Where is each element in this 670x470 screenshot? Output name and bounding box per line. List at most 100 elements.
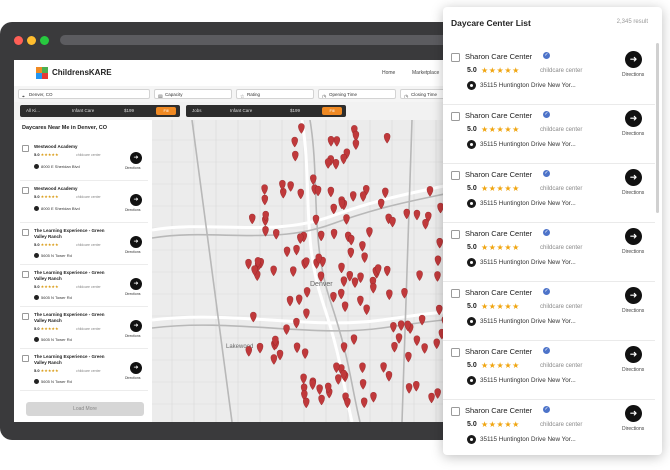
map-view[interactable]: Denver Lakewood — [152, 120, 470, 422]
nav-link-home[interactable]: Home — [382, 70, 395, 76]
center-name[interactable]: Sharon Care Center — [465, 406, 532, 415]
rating-icon: ☆ — [240, 94, 245, 99]
map-pin-icon — [467, 435, 476, 444]
daycare-list-item[interactable]: The Learning Experience - Green Valley R… — [20, 310, 148, 349]
directions-button[interactable]: ➜ — [625, 405, 642, 422]
directions-button[interactable]: ➜ — [130, 236, 142, 248]
rating-select[interactable]: ☆ Rating — [236, 89, 314, 99]
bar-2-fill-button[interactable]: Fill — [322, 107, 342, 115]
center-name[interactable]: Sharon Care Center — [465, 229, 532, 238]
directions-button[interactable]: ➜ — [130, 194, 142, 206]
capacity-label: Capacity — [165, 92, 183, 97]
daycare-list-item[interactable]: The Learning Experience - Green Valley R… — [20, 226, 148, 265]
directions-button[interactable]: ➜ — [625, 169, 642, 186]
rating-score: 5.0 — [34, 152, 40, 157]
directions-button[interactable]: ➜ — [625, 51, 642, 68]
rating-stars-icon: ★★★★★ — [481, 184, 520, 193]
daycare-list-item[interactable]: The Learning Experience - Green Valley R… — [20, 268, 148, 307]
directions-button[interactable]: ➜ — [130, 152, 142, 164]
center-name[interactable]: Sharon Care Center — [465, 347, 532, 356]
list-item[interactable]: Sharon Care Center ✓ 5.0 ★★★★★ childcare cen… — [443, 399, 655, 455]
directions-button[interactable]: ➜ — [130, 362, 142, 374]
address-bar[interactable] — [60, 35, 460, 45]
center-name[interactable]: Sharon Care Center — [465, 170, 532, 179]
list-item[interactable]: Sharon Care Center ✓ 5.0 ★★★★★ childcare cen… — [443, 104, 655, 164]
brand-logo-icon — [36, 67, 48, 79]
select-checkbox[interactable] — [451, 112, 460, 121]
list-item[interactable]: Sharon Care Center ✓ 5.0 ★★★★★ childcare cen… — [443, 45, 655, 105]
list-scrollbar[interactable] — [656, 43, 659, 213]
center-name[interactable]: Sharon Care Center — [465, 111, 532, 120]
select-checkbox[interactable] — [451, 53, 460, 62]
daycare-type: childcare center — [76, 327, 101, 331]
directions-button[interactable]: ➜ — [130, 278, 142, 290]
select-checkbox[interactable] — [451, 230, 460, 239]
rating-stars-icon: ★★★★★ — [481, 302, 520, 311]
service-bar-2: Jobs Infant Care $199 Fill — [186, 105, 346, 117]
daycare-name[interactable]: The Learning Experience - Green Valley R… — [34, 228, 114, 240]
daycare-name[interactable]: The Learning Experience - Green Valley R… — [34, 270, 114, 282]
capacity-select[interactable]: ▤ Capacity — [154, 89, 232, 99]
select-checkbox[interactable] — [451, 407, 460, 416]
service-bar-1: All Ki... Infant Care $199 Fill — [20, 105, 180, 117]
daycare-name[interactable]: The Learning Experience - Green Valley R… — [34, 354, 114, 366]
select-checkbox[interactable] — [22, 145, 29, 152]
daycare-list-item[interactable]: Westwood Academy 5.0 ★★★★★ childcare cente… — [20, 142, 148, 181]
brand-name[interactable]: ChildrensKARE — [52, 68, 112, 77]
opening-time-label: Opening Time — [329, 92, 358, 97]
rating-score: 5.0 — [467, 421, 477, 428]
daycare-list-item[interactable]: Westwood Academy 5.0 ★★★★★ childcare cente… — [20, 184, 148, 223]
map-canvas[interactable]: Denver Lakewood — [152, 120, 470, 422]
daycare-name[interactable]: The Learning Experience - Green Valley R… — [34, 312, 114, 324]
select-checkbox[interactable] — [22, 229, 29, 236]
rating-score: 5.0 — [34, 194, 40, 199]
load-more-button[interactable]: Load More — [26, 402, 144, 416]
select-checkbox[interactable] — [451, 348, 460, 357]
list-item[interactable]: Sharon Care Center ✓ 5.0 ★★★★★ childcare cen… — [443, 163, 655, 223]
select-checkbox[interactable] — [22, 187, 29, 194]
select-checkbox[interactable] — [22, 355, 29, 362]
location-search-input[interactable]: ⌖ Denver, CO — [18, 89, 150, 99]
map-pin-icon — [467, 317, 476, 326]
rating-stars-icon: 5.0 ★★★★★ — [34, 194, 59, 199]
verified-check-icon: ✓ — [543, 229, 550, 236]
verified-check-icon: ✓ — [543, 111, 550, 118]
rating-score: 5.0 — [34, 368, 40, 373]
nav-link-marketplace[interactable]: Marketplace — [412, 70, 439, 76]
minimize-window-button[interactable] — [27, 36, 36, 45]
center-name[interactable]: Sharon Care Center — [465, 52, 532, 61]
directions-arrow-icon: ➜ — [629, 231, 638, 241]
list-item[interactable]: Sharon Care Center ✓ 5.0 ★★★★★ childcare cen… — [443, 340, 655, 400]
directions-button[interactable]: ➜ — [625, 346, 642, 363]
daycare-address: 5605 N Tower Rd — [34, 337, 72, 343]
select-checkbox[interactable] — [451, 171, 460, 180]
daycare-list-item[interactable]: The Learning Experience - Green Valley R… — [20, 352, 148, 391]
directions-button[interactable]: ➜ — [625, 228, 642, 245]
directions-button[interactable]: ➜ — [130, 320, 142, 332]
directions-button[interactable]: ➜ — [625, 110, 642, 127]
rating-stars-icon: ★★★★★ — [481, 361, 520, 370]
rating-stars-icon: 5.0 ★★★★★ — [34, 368, 59, 373]
maximize-window-button[interactable] — [40, 36, 49, 45]
select-checkbox[interactable] — [451, 289, 460, 298]
select-checkbox[interactable] — [22, 313, 29, 320]
list-item[interactable]: Sharon Care Center ✓ 5.0 ★★★★★ childcare cen… — [443, 281, 655, 341]
daycare-name[interactable]: Westwood Academy — [34, 144, 114, 150]
directions-label: Directions — [622, 249, 645, 255]
daycare-type: childcare center — [76, 153, 101, 157]
list-item[interactable]: Sharon Care Center ✓ 5.0 ★★★★★ childcare cen… — [443, 222, 655, 282]
daycare-type: childcare center — [76, 195, 101, 199]
closing-time-label: Closing Time — [411, 92, 438, 97]
daycare-name[interactable]: Westwood Academy — [34, 186, 114, 192]
center-address: 35115 Huntington Drive New Yor... — [480, 141, 576, 148]
directions-arrow-icon: ➜ — [629, 290, 638, 300]
opening-time-select[interactable]: ◷ Opening Time — [318, 89, 396, 99]
daycare-address: 5605 N Tower Rd — [34, 379, 72, 385]
directions-arrow-icon: ➜ — [629, 113, 638, 123]
directions-button[interactable]: ➜ — [625, 287, 642, 304]
close-window-button[interactable] — [14, 36, 23, 45]
select-checkbox[interactable] — [22, 271, 29, 278]
center-name[interactable]: Sharon Care Center — [465, 288, 532, 297]
bar-1-fill-button[interactable]: Fill — [156, 107, 176, 115]
list-title: Daycare Center List — [451, 18, 531, 28]
